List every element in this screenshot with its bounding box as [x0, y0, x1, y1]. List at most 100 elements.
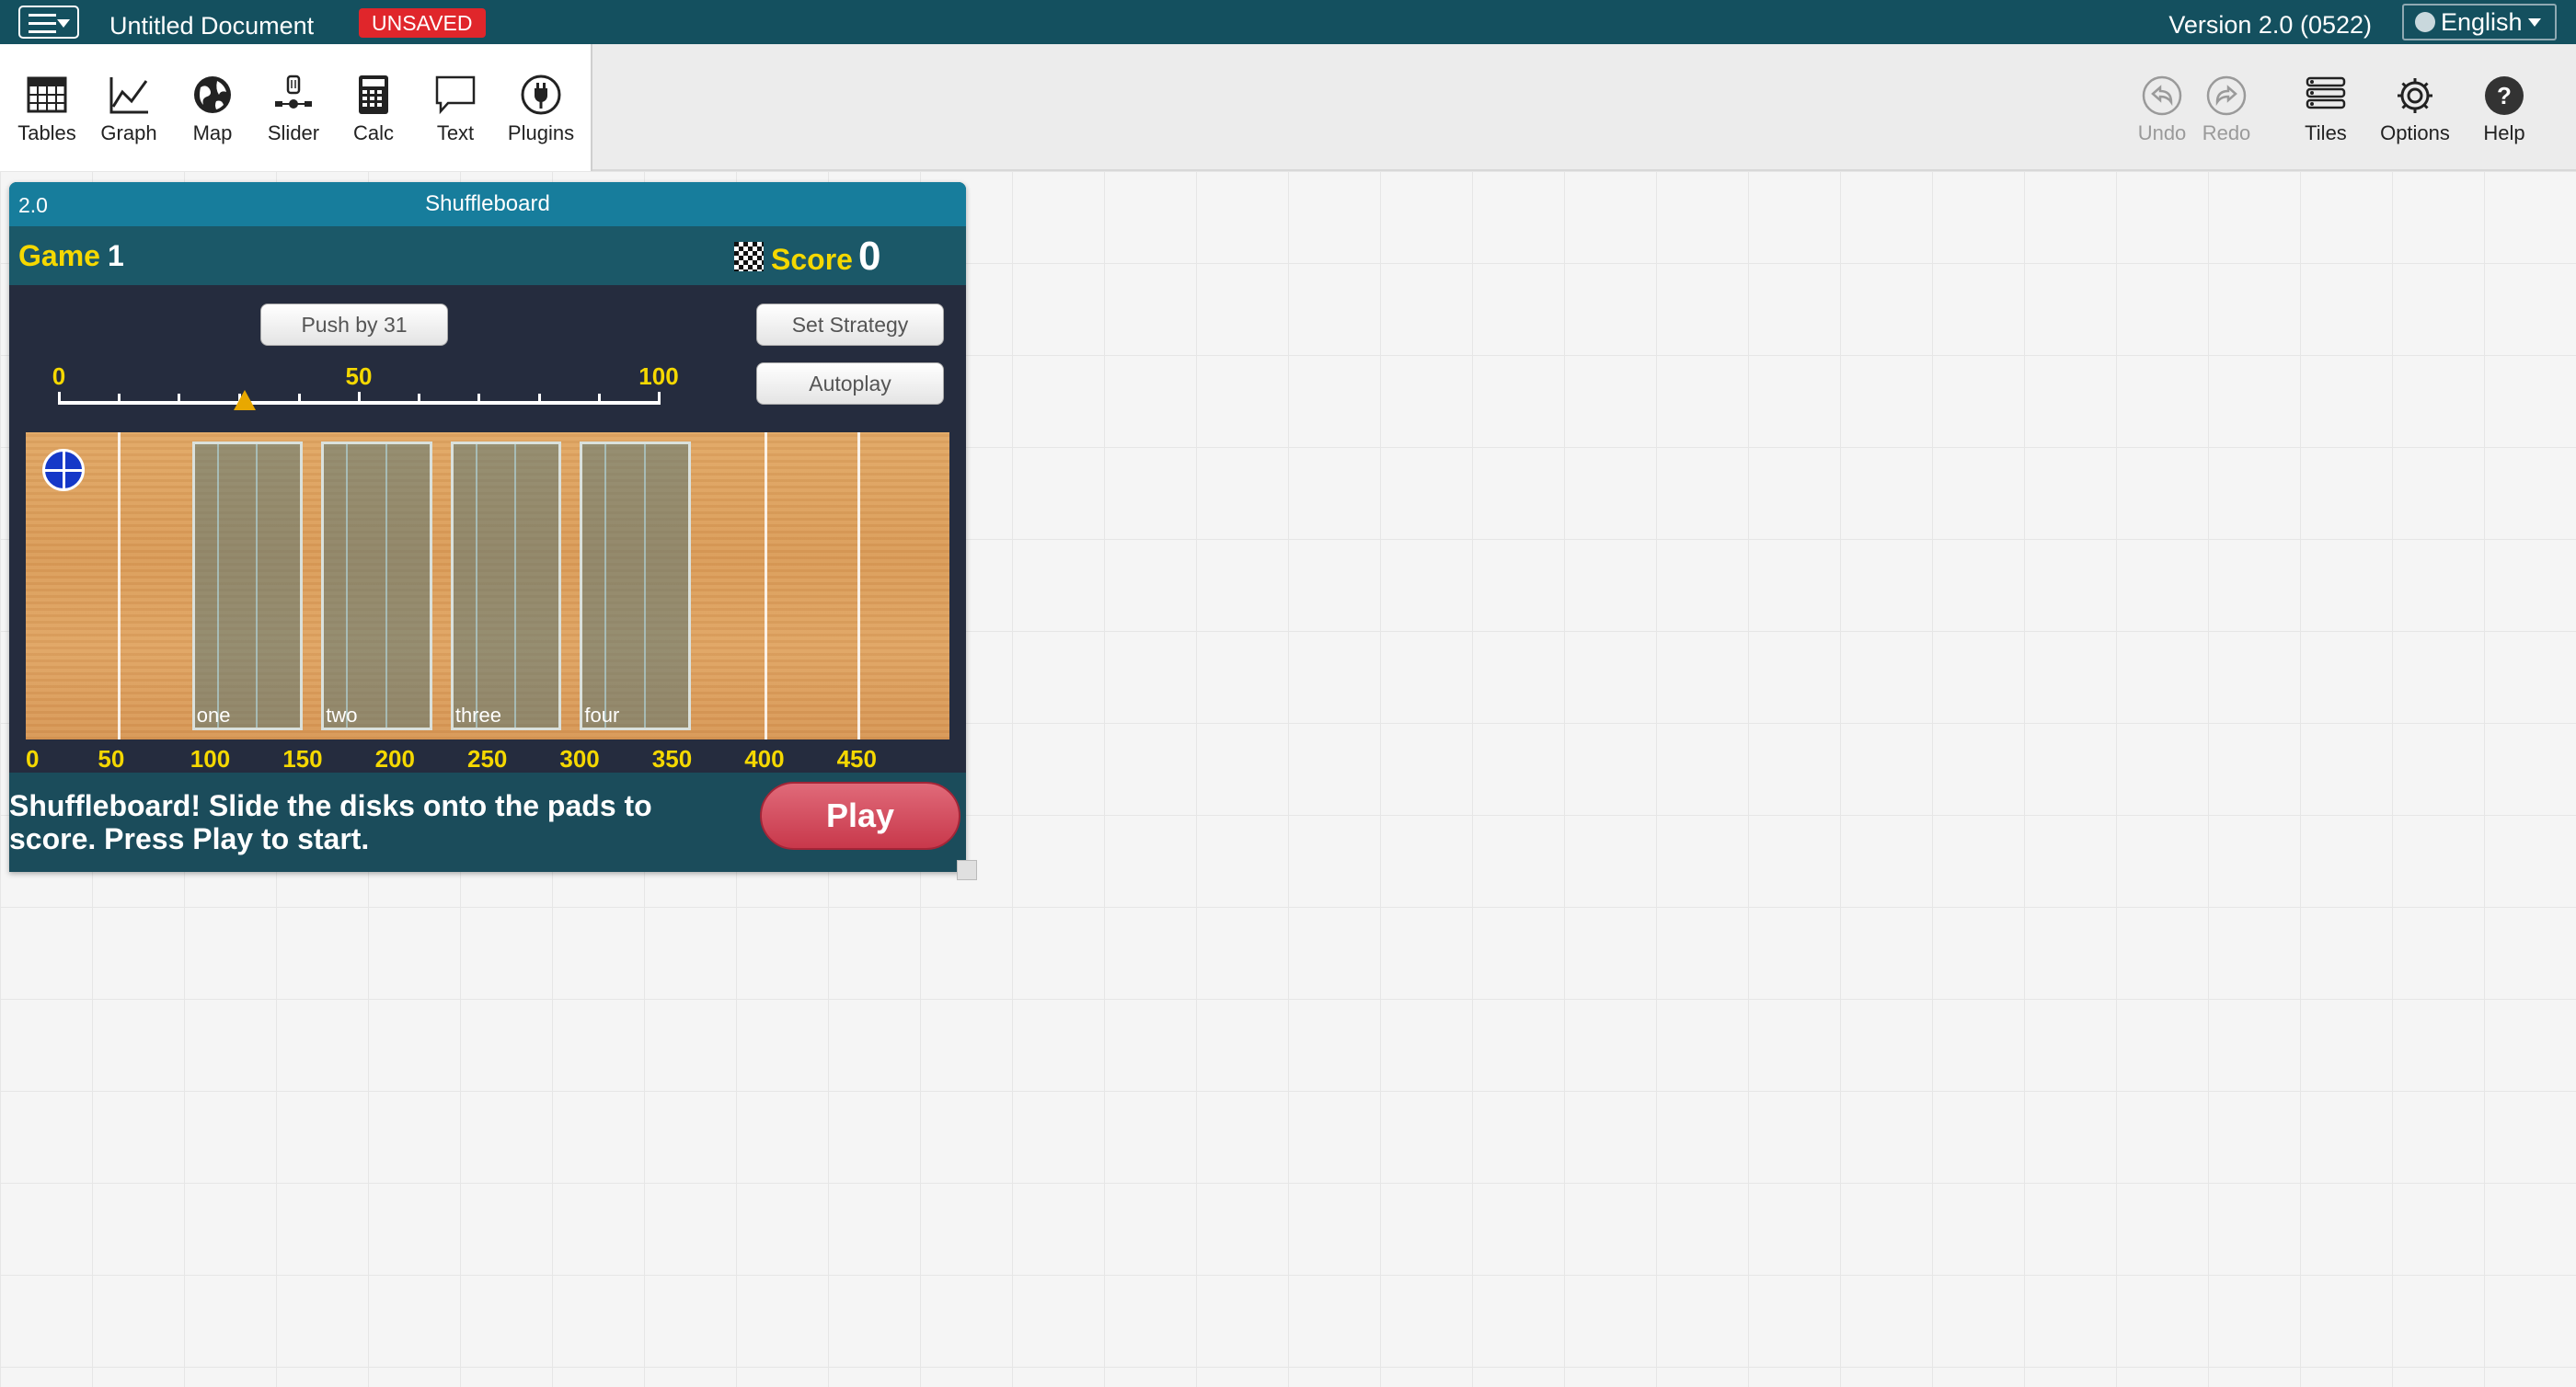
globe-icon — [2415, 12, 2435, 32]
scale-label: 300 — [559, 745, 600, 773]
language-menu-button[interactable]: English — [2402, 4, 2557, 40]
scale-label: 250 — [467, 745, 508, 773]
tile-resize-handle[interactable] — [957, 860, 977, 880]
options-button[interactable]: Options — [2369, 44, 2461, 171]
shuffleboard-tile[interactable]: 2.0 Shuffleboard Game 1 Score 0 Push by 31… — [9, 182, 966, 872]
chevron-down-icon — [2527, 18, 2541, 27]
gear-icon — [2398, 78, 2432, 113]
globe-icon — [194, 76, 231, 113]
autoplay-button[interactable]: Autoplay — [756, 362, 944, 405]
top-bar: Untitled Document UNSAVED Version 2.0 (0… — [0, 0, 2576, 44]
game-indicator: Game 1 — [18, 239, 124, 273]
slider-tick — [358, 392, 361, 405]
help-icon: ? — [2485, 76, 2524, 115]
play-button[interactable]: Play — [760, 782, 960, 850]
pad-stripe — [475, 444, 477, 728]
map-tool[interactable]: Map — [171, 44, 254, 171]
scale-label: 200 — [374, 745, 415, 773]
court-line — [765, 432, 768, 739]
score-label: Score — [771, 243, 853, 276]
toolbar: Tables Graph Map Slider Calc Text Plugin… — [0, 44, 2576, 171]
score-indicator: Score 0 — [734, 234, 880, 280]
language-label: English — [2441, 8, 2523, 36]
slider-tick — [297, 394, 301, 405]
scoring-pad: one — [191, 441, 304, 730]
scale-label: 150 — [282, 745, 323, 773]
game-bar: Game 1 Score 0 — [9, 226, 966, 285]
tool-label: Text — [436, 121, 475, 144]
slider-tick — [58, 392, 61, 405]
text-tool[interactable]: Text — [414, 44, 497, 171]
tiles-button[interactable]: Tiles — [2280, 44, 2372, 171]
calculator-icon — [359, 75, 388, 114]
scale-label: 100 — [190, 745, 231, 773]
slider-tick — [658, 392, 661, 405]
pad-stripe — [643, 444, 646, 728]
score-value: 0 — [857, 234, 881, 279]
slider-label: 50 — [345, 362, 373, 390]
pad-stripe — [346, 444, 349, 728]
help-button[interactable]: ? Help — [2458, 44, 2550, 171]
table-icon — [27, 76, 67, 113]
game-label: Game — [18, 239, 100, 272]
slider-tick — [537, 394, 541, 405]
scale-label: 350 — [651, 745, 693, 773]
pad-label: four — [584, 704, 620, 727]
scale-label: 400 — [744, 745, 785, 773]
graph-icon — [109, 77, 148, 114]
pad-stripe — [216, 444, 219, 728]
redo-icon — [2206, 75, 2247, 116]
redo-button[interactable]: Redo — [2180, 44, 2272, 171]
tool-label: Calc — [352, 121, 394, 144]
pad-stripe — [385, 444, 387, 728]
tool-shelf: Tables Graph Map Slider Calc Text Plugin… — [0, 44, 592, 171]
slider-tick — [477, 394, 481, 405]
scale-label: 450 — [836, 745, 877, 773]
calc-tool[interactable]: Calc — [332, 44, 415, 171]
slider-thumb[interactable] — [234, 390, 257, 410]
tables-tool[interactable]: Tables — [6, 44, 88, 171]
push-button[interactable]: Push by 31 — [260, 304, 448, 346]
push-slider[interactable]: 0 50 100 — [50, 355, 679, 429]
tool-label: Tables — [17, 121, 76, 144]
scale-label: 0 — [26, 745, 40, 773]
scoring-pad: four — [580, 441, 691, 730]
tool-label: Slider — [267, 121, 320, 144]
pad-label: three — [454, 704, 501, 727]
checkered-flag-icon — [734, 242, 764, 271]
slider-tick — [118, 394, 121, 405]
redo-label: Redo — [2202, 121, 2251, 144]
document-title[interactable]: Untitled Document — [109, 12, 314, 40]
pad-stripe — [514, 444, 517, 728]
plugins-tool[interactable]: Plugins — [500, 44, 582, 171]
main-menu-button[interactable] — [18, 6, 79, 39]
tile-title-bar[interactable]: 2.0 Shuffleboard — [9, 182, 966, 226]
play-area: Push by 31 Set Strategy Autoplay 0 50 100 … — [9, 285, 966, 773]
slider-tick — [597, 394, 601, 405]
slider-icon — [275, 75, 312, 109]
hamburger-icon — [29, 14, 56, 39]
plug-icon — [521, 75, 561, 115]
pad-stripe — [604, 444, 607, 728]
set-strategy-button[interactable]: Set Strategy — [756, 304, 944, 346]
scale-label: 50 — [98, 745, 125, 773]
slider-tick — [418, 394, 421, 405]
help-label: Help — [2483, 121, 2525, 144]
options-label: Options — [2380, 121, 2450, 144]
slider-label: 0 — [52, 362, 66, 390]
disk-icon — [42, 449, 85, 491]
instruction-message: Shuffleboard! Slide the disks onto the p… — [9, 789, 652, 855]
tool-label: Map — [192, 121, 233, 144]
tool-label: Graph — [100, 121, 157, 144]
shuffleboard-court: one two three four — [26, 432, 949, 739]
message-area: Shuffleboard! Slide the disks onto the p… — [9, 773, 966, 872]
version-label: Version 2.0 (0522) — [2168, 11, 2372, 39]
graph-tool[interactable]: Graph — [87, 44, 170, 171]
tile-title: Shuffleboard — [425, 191, 550, 216]
game-number: 1 — [107, 239, 124, 272]
slider-tool[interactable]: Slider — [252, 44, 335, 171]
tiles-list-icon — [2306, 76, 2346, 109]
tiles-label: Tiles — [2305, 121, 2347, 144]
court-line — [857, 432, 860, 739]
text-bubble-icon — [435, 75, 476, 115]
